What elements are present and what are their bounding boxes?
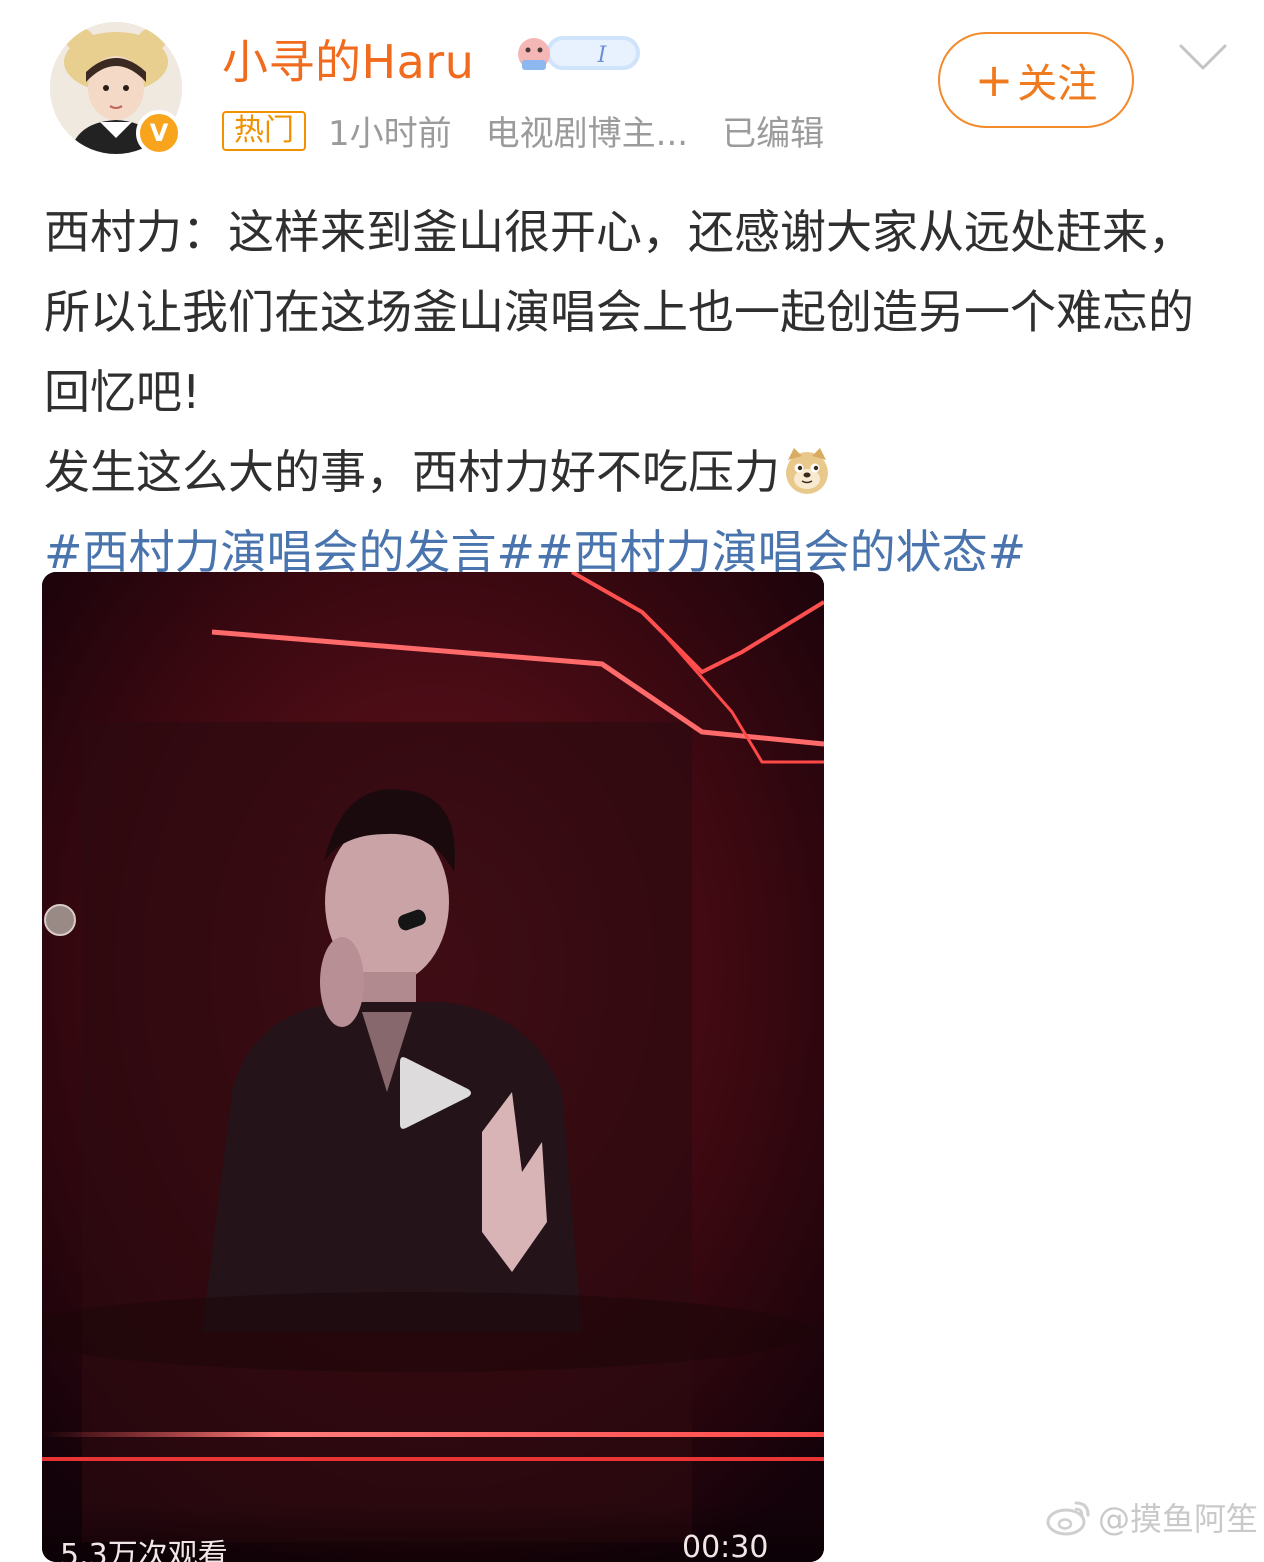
watermark: @摸鱼阿笙: [1046, 1494, 1258, 1540]
post-content: 西村力：这样来到釜山很开心，还感谢大家从远处赶来，所以让我们在这场釜山演唱会上也…: [44, 192, 1234, 592]
author-category[interactable]: 电视剧博主...: [486, 106, 688, 155]
side-avatar-dot: [44, 904, 76, 936]
vip-badge-icon: I: [518, 36, 640, 70]
watermark-text: @摸鱼阿笙: [1098, 1500, 1259, 1538]
hashtag-link-1[interactable]: #西村力演唱会的发言#: [44, 525, 535, 579]
post-text-paragraph-2: 发生这么大的事，西村力好不吃压力: [44, 432, 1234, 512]
video-player[interactable]: 5.3万次观看 00:30: [42, 572, 824, 1562]
hashtag-link-2[interactable]: #西村力演唱会的状态#: [535, 525, 1026, 579]
follow-label: 关注: [1017, 61, 1098, 107]
author-name[interactable]: 小寻的Haru: [222, 26, 474, 92]
video-view-count: 5.3万次观看: [60, 1538, 228, 1562]
post-meta: 热门 1小时前 电视剧博主... 已编辑: [222, 106, 858, 155]
verified-badge: V: [136, 110, 182, 156]
post-text-line-2: 发生这么大的事，西村力好不吃压力: [44, 445, 780, 499]
play-icon[interactable]: [392, 1050, 478, 1136]
post-time: 1小时前: [328, 114, 452, 154]
post-text-paragraph-1: 西村力：这样来到釜山很开心，还感谢大家从远处赶来，所以让我们在这场釜山演唱会上也…: [44, 205, 1194, 419]
hot-tag: 热门: [222, 110, 306, 151]
follow-button[interactable]: + 关注: [938, 32, 1134, 128]
weibo-logo-icon: [1046, 1501, 1090, 1536]
plus-icon: +: [974, 53, 1014, 107]
vip-badge-label: I: [597, 43, 608, 68]
doge-emoji-icon: [786, 448, 828, 494]
chevron-down-icon[interactable]: [1178, 42, 1228, 72]
video-duration: 00:30: [682, 1530, 769, 1562]
edited-label[interactable]: 已编辑: [722, 106, 824, 155]
